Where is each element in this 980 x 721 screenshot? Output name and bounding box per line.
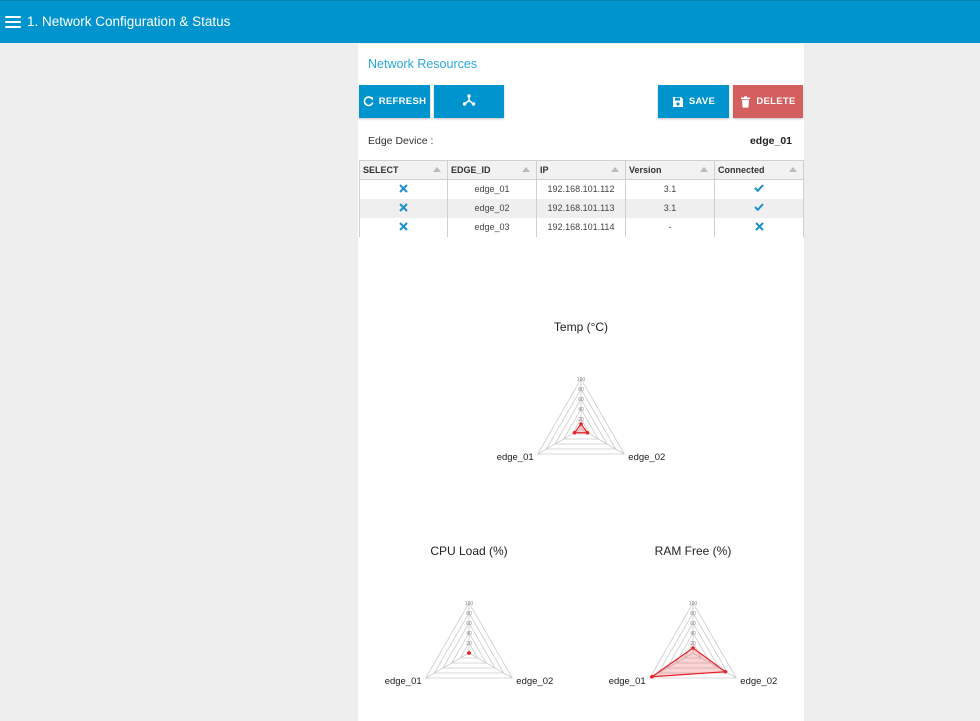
radar-axis-label: edge_02 — [628, 452, 665, 463]
radar-tick-label: 20 — [690, 641, 696, 647]
ip-cell: 192.168.101.112 — [536, 179, 626, 199]
table-row[interactable]: edge_01 192.168.101.112 3.1 — [359, 179, 804, 199]
radar-data-point — [572, 430, 577, 435]
edge-id-cell: edge_02 — [447, 198, 537, 218]
connected-cell — [714, 198, 804, 218]
table-row[interactable]: edge_02 192.168.101.113 3.1 — [359, 198, 804, 218]
select-cell[interactable] — [359, 198, 448, 218]
radar-tick-label: 100 — [465, 601, 474, 607]
edge-device-value: edge_01 — [749, 135, 792, 147]
radar-tick-label: 60 — [578, 397, 584, 403]
radar-axis-label: edge_02 — [740, 676, 777, 687]
sort-icon — [700, 167, 708, 172]
edge-device-label: Edge Device : — [368, 135, 434, 147]
radar-axis-label: edge_02 — [516, 676, 553, 687]
radar-data-point — [579, 422, 583, 426]
radar-axis-label: edge_01 — [385, 676, 422, 687]
page-title: 1. Network Configuration & Status — [27, 14, 231, 29]
edge-table: SELECT EDGE_ID IP Version Connected edge… — [359, 160, 804, 237]
radar-tick-label: 80 — [690, 611, 696, 617]
radar-axis-label: edge_01 — [497, 452, 534, 463]
radar-tick-label: 60 — [466, 621, 472, 627]
sort-icon — [522, 167, 530, 172]
trash-icon — [740, 95, 751, 108]
top-bar: 1. Network Configuration & Status — [0, 0, 980, 43]
radar-tick-label: 40 — [466, 631, 472, 637]
close-icon[interactable] — [399, 202, 408, 212]
table-row[interactable]: edge_03 192.168.101.114- — [359, 217, 804, 237]
ip-cell: 192.168.101.113 — [536, 198, 626, 218]
delete-button[interactable]: DELETE — [733, 85, 803, 118]
menu-icon[interactable] — [5, 13, 21, 31]
ip-cell: 192.168.101.114 — [536, 217, 626, 237]
radar-axis-label: edge_01 — [609, 676, 646, 687]
sort-icon — [611, 167, 619, 172]
connected-cell — [714, 179, 804, 199]
radar-tick-label: 40 — [690, 631, 696, 637]
edge-id-cell: edge_01 — [447, 179, 537, 199]
radar-data-point — [585, 430, 590, 435]
radar-axis-line — [468, 652, 513, 679]
radar-data-point — [691, 646, 695, 650]
radar-tick-label: 40 — [578, 407, 584, 413]
radar-axis-line — [425, 652, 470, 679]
edge-id-cell: edge_03 — [447, 217, 537, 237]
sort-icon — [789, 167, 797, 172]
radar-chart-ram: 100 80 60 40 20 edge_02 edge_01 — [609, 601, 778, 687]
radar-tick-label: 20 — [466, 641, 472, 647]
refresh-icon — [363, 96, 374, 107]
connected-cell — [714, 217, 804, 237]
save-label: SAVE — [688, 96, 716, 107]
column-header-connected[interactable]: Connected — [714, 160, 804, 180]
column-header-version[interactable]: Version — [625, 160, 715, 180]
network-resources-panel: Network Resources REFRESH SAVE DELETE Ed… — [358, 44, 804, 721]
radar-tick-label: 100 — [689, 601, 698, 607]
column-header-ip[interactable]: IP — [536, 160, 626, 180]
close-icon — [754, 221, 764, 231]
radar-chart-temp: 100 80 60 40 20 edge_02 edge_01 — [497, 377, 666, 463]
check-icon — [754, 203, 764, 212]
radar-data-point — [467, 651, 471, 655]
chart-title-cpu: CPU Load (%) — [430, 544, 508, 558]
radar-tick-label: 100 — [577, 377, 586, 383]
save-icon — [672, 96, 684, 108]
chart-title-temp: Temp (°C) — [553, 320, 609, 334]
refresh-button[interactable]: REFRESH — [359, 85, 430, 118]
radar-tick-label: 60 — [690, 621, 696, 627]
radar-data-point — [723, 669, 728, 674]
table-header-row: SELECT EDGE_ID IP Version Connected — [359, 160, 804, 180]
radar-chart-cpu: 100 80 60 40 20 edge_02 edge_01 — [385, 601, 554, 687]
column-header-select[interactable]: SELECT — [359, 160, 448, 180]
radar-data-point — [650, 674, 654, 679]
radar-series-area — [649, 647, 728, 678]
close-icon[interactable] — [399, 184, 408, 193]
version-cell: 3.1 — [625, 179, 715, 199]
check-icon — [754, 184, 764, 193]
radar-tick-label: 80 — [578, 387, 584, 393]
refresh-label: REFRESH — [378, 96, 427, 107]
delete-label: DELETE — [756, 96, 796, 107]
group-title: Network Resources — [368, 57, 478, 71]
radar-tick-label: 80 — [466, 611, 472, 617]
version-cell: - — [625, 217, 715, 237]
save-button[interactable]: SAVE — [658, 85, 729, 118]
topology-button[interactable] — [434, 85, 504, 118]
version-cell: 3.1 — [625, 198, 715, 218]
select-cell[interactable] — [359, 217, 448, 237]
chart-title-ram: RAM Free (%) — [654, 544, 732, 558]
close-icon[interactable] — [399, 221, 408, 231]
sort-icon — [433, 167, 441, 172]
column-header-edge-id[interactable]: EDGE_ID — [447, 160, 537, 180]
topology-icon — [462, 93, 476, 110]
select-cell[interactable] — [359, 179, 448, 199]
radar-tick-label: 20 — [578, 417, 584, 423]
